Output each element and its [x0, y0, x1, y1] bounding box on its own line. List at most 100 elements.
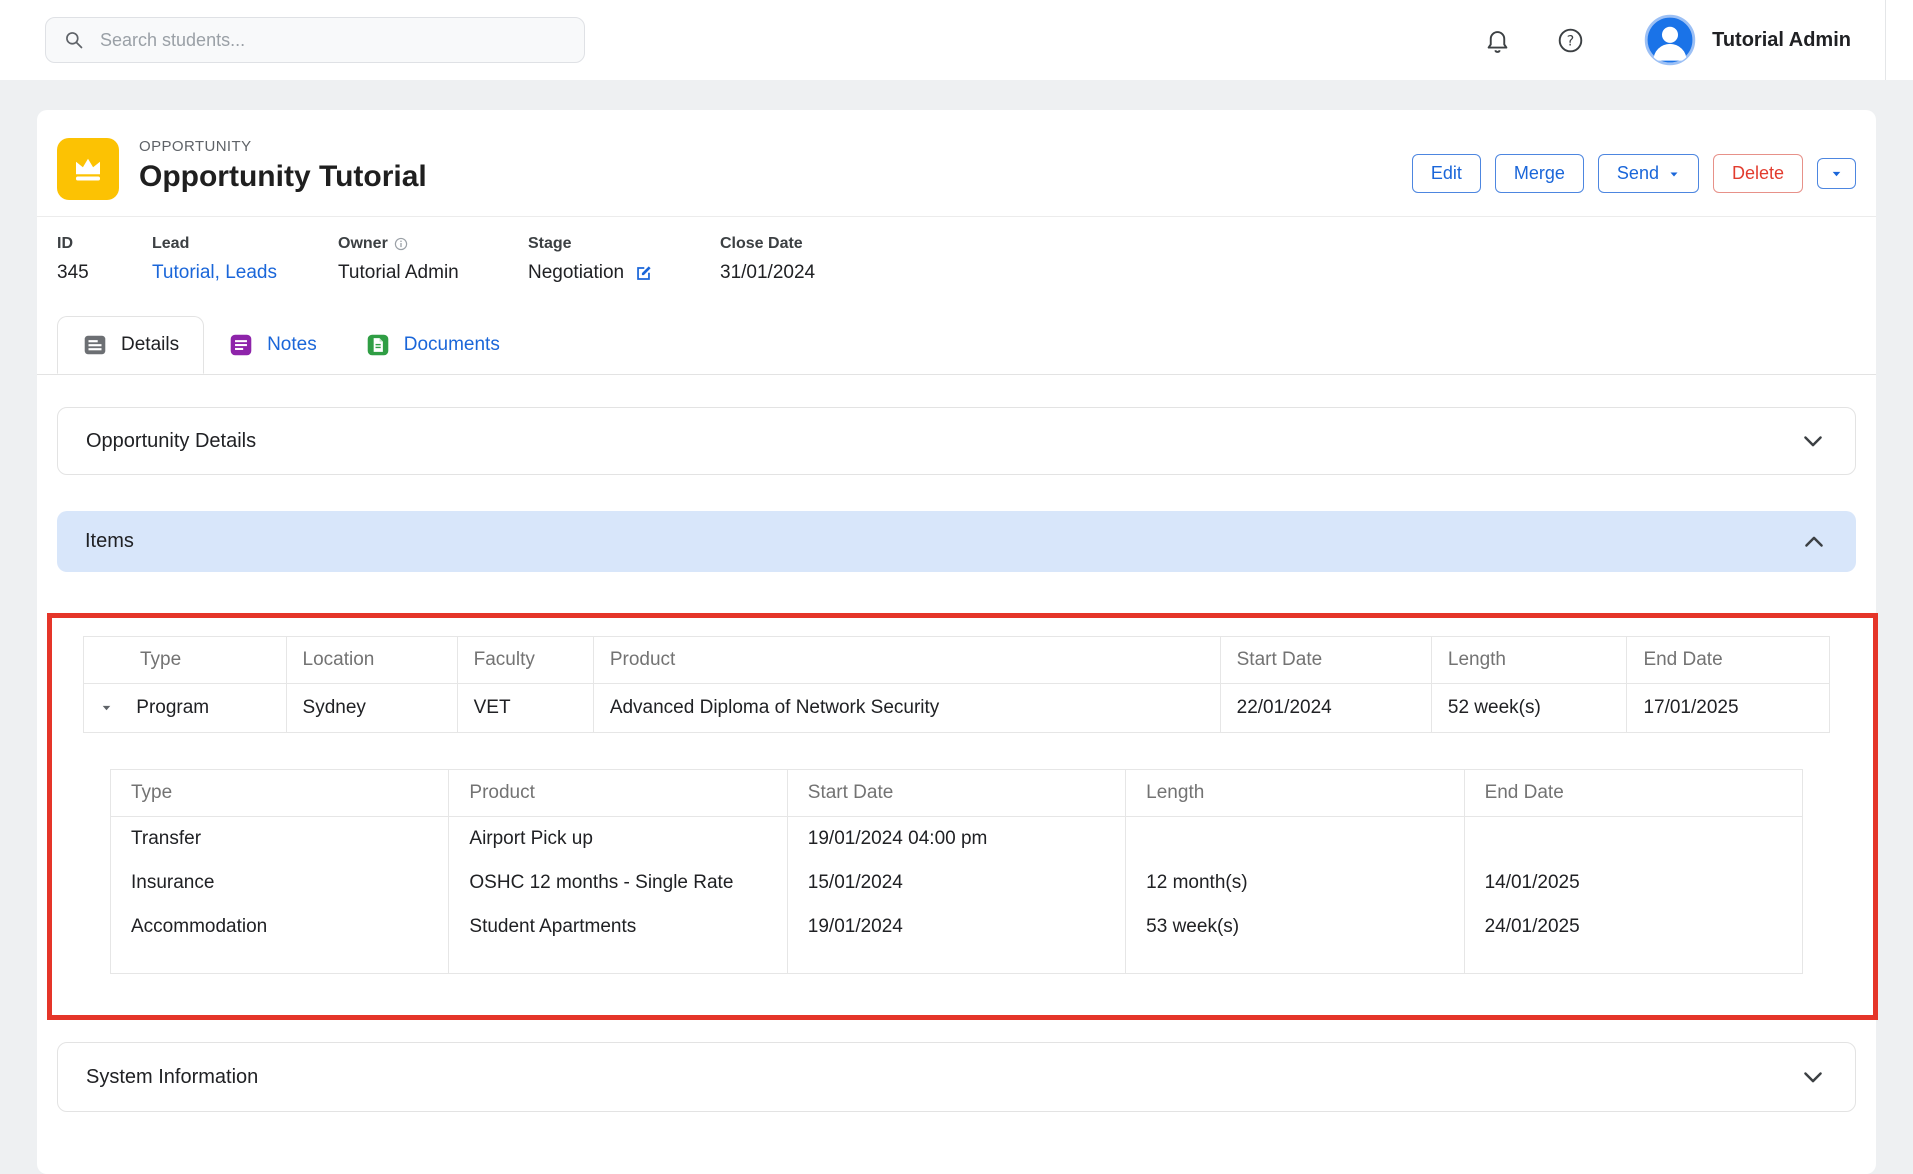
chevron-up-icon[interactable] — [1800, 528, 1828, 556]
more-actions-caret-icon — [1830, 167, 1843, 180]
column-header-faculty: Faculty — [457, 637, 593, 684]
send-button[interactable]: Send — [1598, 154, 1699, 193]
expand-row-caret-icon[interactable] — [100, 701, 113, 714]
crown-icon — [57, 138, 119, 200]
search-input[interactable] — [98, 29, 566, 52]
chevron-down-icon[interactable] — [1799, 427, 1827, 455]
items-title: Items — [85, 530, 134, 553]
send-button-label: Send — [1617, 163, 1659, 184]
sub-item-row-accommodation[interactable]: Accommodation Student Apartments 19/01/2… — [111, 905, 1803, 949]
record-summary: ID 345 Lead Tutorial, Leads Owner Tutori… — [37, 217, 1876, 310]
cell-type: Program — [136, 697, 209, 718]
summary-owner-field: Owner Tutorial Admin — [338, 235, 528, 284]
column-header-product: Product — [593, 637, 1220, 684]
send-caret-icon — [1668, 168, 1680, 180]
delete-button[interactable]: Delete — [1713, 154, 1803, 193]
lead-label: Lead — [152, 235, 338, 253]
stage-label: Stage — [528, 235, 720, 253]
merge-button[interactable]: Merge — [1495, 154, 1584, 193]
details-tab-icon — [82, 332, 108, 358]
lead-link[interactable]: Tutorial, Leads — [152, 262, 277, 284]
notifications-bell-icon[interactable] — [1484, 27, 1511, 54]
sub-column-header-type: Type — [111, 770, 449, 817]
notes-tab-label: Notes — [267, 334, 317, 356]
system-information-title: System Information — [86, 1066, 258, 1089]
owner-value: Tutorial Admin — [338, 262, 528, 284]
program-item-row[interactable]: Program Sydney VET Advanced Diploma of N… — [84, 684, 1830, 733]
cell-start-date: 22/01/2024 — [1220, 684, 1431, 733]
column-header-start-date: Start Date — [1220, 637, 1431, 684]
topbar-divider — [1885, 0, 1886, 80]
id-label: ID — [57, 235, 152, 253]
stage-value: Negotiation — [528, 262, 624, 284]
documents-tab-label: Documents — [404, 334, 500, 356]
help-icon[interactable]: ? — [1557, 27, 1584, 54]
items-table-header-row: Type Location Faculty Product Start Date… — [84, 637, 1830, 684]
search-box[interactable] — [45, 17, 585, 63]
sub-cell-length — [1126, 817, 1464, 862]
column-header-length: Length — [1431, 637, 1627, 684]
sub-cell-end-date: 14/01/2025 — [1464, 861, 1802, 905]
sub-cell-type: Insurance — [111, 861, 449, 905]
close-date-label: Close Date — [720, 235, 815, 253]
close-date-value: 31/01/2024 — [720, 262, 815, 284]
tab-notes[interactable]: Notes — [204, 316, 341, 374]
page-title: Opportunity Tutorial — [139, 160, 427, 194]
opportunity-card: OPPORTUNITY Opportunity Tutorial Edit Me… — [37, 110, 1876, 1174]
tab-documents[interactable]: Documents — [341, 316, 524, 374]
column-header-end-date: End Date — [1627, 637, 1830, 684]
sub-cell-start-date: 19/01/2024 — [787, 905, 1125, 949]
record-actions: Edit Merge Send Delete — [1412, 154, 1856, 193]
sub-items-block: Type Product Start Date Length End Date … — [110, 769, 1803, 974]
avatar — [1644, 14, 1696, 66]
tab-details[interactable]: Details — [57, 316, 204, 374]
edit-button[interactable]: Edit — [1412, 154, 1481, 193]
cell-location: Sydney — [286, 684, 457, 733]
entity-type-label: OPPORTUNITY — [139, 138, 427, 155]
sub-cell-length: 12 month(s) — [1126, 861, 1464, 905]
sub-cell-start-date: 19/01/2024 04:00 pm — [787, 817, 1125, 862]
search-icon — [64, 30, 84, 50]
sub-cell-product: Airport Pick up — [449, 817, 787, 862]
details-tab-label: Details — [121, 334, 179, 356]
cell-end-date: 17/01/2025 — [1627, 684, 1830, 733]
cell-product: Advanced Diploma of Network Security — [593, 684, 1220, 733]
id-value: 345 — [57, 262, 152, 284]
opportunity-details-panel-header[interactable]: Opportunity Details — [57, 407, 1856, 475]
sub-items-spacer-row — [111, 949, 1803, 974]
sub-cell-start-date: 15/01/2024 — [787, 861, 1125, 905]
cell-faculty: VET — [457, 684, 593, 733]
user-name: Tutorial Admin — [1712, 29, 1851, 52]
sub-cell-type: Accommodation — [111, 905, 449, 949]
items-panel-body: Type Location Faculty Product Start Date… — [57, 572, 1856, 1002]
top-bar: ? Tutorial Admin — [0, 0, 1913, 80]
chevron-down-icon[interactable] — [1799, 1063, 1827, 1091]
info-icon — [394, 237, 408, 251]
edit-button-label: Edit — [1431, 163, 1462, 184]
cell-length: 52 week(s) — [1431, 684, 1627, 733]
sub-column-header-end-date: End Date — [1464, 770, 1802, 817]
stage-edit-icon[interactable] — [634, 264, 653, 283]
column-header-location: Location — [286, 637, 457, 684]
tab-strip: Details Notes Documents — [37, 316, 1876, 375]
more-actions-dropdown-button[interactable] — [1817, 158, 1856, 189]
notes-tab-icon — [228, 332, 254, 358]
delete-button-label: Delete — [1732, 163, 1784, 184]
summary-id-field: ID 345 — [57, 235, 152, 284]
summary-lead-field: Lead Tutorial, Leads — [152, 235, 338, 284]
sub-items-header-row: Type Product Start Date Length End Date — [111, 770, 1803, 817]
user-menu[interactable]: Tutorial Admin — [1630, 14, 1885, 66]
summary-stage-field: Stage Negotiation — [528, 235, 720, 284]
items-panel: Items Type Location Faculty — [57, 511, 1856, 1002]
column-header-type: Type — [84, 637, 287, 684]
sub-cell-product: OSHC 12 months - Single Rate — [449, 861, 787, 905]
summary-close-date-field: Close Date 31/01/2024 — [720, 235, 815, 284]
sub-column-header-product: Product — [449, 770, 787, 817]
sub-cell-length: 53 week(s) — [1126, 905, 1464, 949]
opportunity-details-title: Opportunity Details — [86, 430, 256, 453]
items-panel-header[interactable]: Items — [57, 511, 1856, 572]
sub-item-row-transfer[interactable]: Transfer Airport Pick up 19/01/2024 04:0… — [111, 817, 1803, 862]
sub-item-row-insurance[interactable]: Insurance OSHC 12 months - Single Rate 1… — [111, 861, 1803, 905]
items-table: Type Location Faculty Product Start Date… — [83, 636, 1830, 733]
system-information-panel-header[interactable]: System Information — [57, 1042, 1856, 1112]
